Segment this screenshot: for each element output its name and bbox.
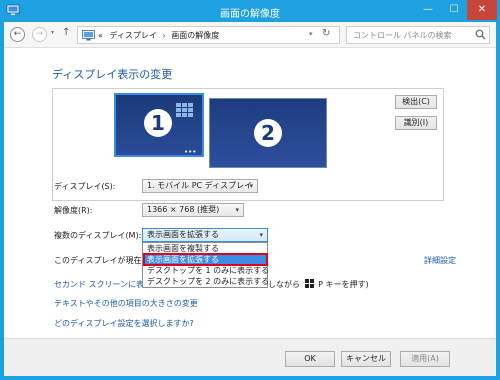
text-size-link[interactable]: テキストやその他の項目の大きさの変更 [54,298,198,309]
cancel-button[interactable]: キャンセル [341,351,391,367]
multiple-displays-select[interactable]: 表示画面を拡張する ▾ [142,228,268,242]
second-screen-shortcut-hint: しながら P キーを押す) [268,279,369,290]
control-panel-client: ← → ▾ ↑ « ディスプレイ › 画面の解像度 ▾ ↻ コントロール パネル… [4,22,496,376]
advanced-settings-link[interactable]: 詳細設定 [424,255,456,266]
search-icon[interactable] [475,29,486,40]
detect-button[interactable]: 検出(C) [395,95,437,109]
window: 画面の解像度 — ☐ ✕ ← → ▾ ↑ « ディスプレイ › 画面の解像度 ▾… [0,0,500,380]
search-placeholder: コントロール パネルの検索 [353,31,452,40]
shortcut-hint-after: P キーを押す) [318,280,369,289]
refresh-icon[interactable]: ↻ [322,28,330,39]
which-settings-link[interactable]: どのディスプレイ設定を選択しますか? [54,318,194,329]
multiple-displays-dropdown-list: 表示画面を複製する 表示画面を拡張する デスクトップを 1 のみに表示する デス… [142,242,269,288]
monitor-1-tile[interactable]: 1 ••• [114,93,204,157]
start-screen-tiles-icon [176,103,193,117]
close-button[interactable]: ✕ [467,0,497,20]
resolution-select-value: 1366 × 768 (推奨) [147,205,220,214]
monitor-dots: ••• [184,148,197,156]
search-input[interactable]: コントロール パネルの検索 [346,26,490,44]
dropdown-option-only-2[interactable]: デスクトップを 2 のみに表示する [143,276,269,287]
breadcrumb-separator: › [162,31,166,40]
dropdown-option-only-1[interactable]: デスクトップを 1 のみに表示する [143,265,269,276]
breadcrumb-screen-resolution[interactable]: 画面の解像度 [171,31,219,40]
main-display-label: このディスプレイが現在メイ [54,256,144,265]
recent-locations-dropdown-icon[interactable]: ▾ [51,29,54,36]
maximize-button[interactable]: ☐ [441,0,467,20]
dropdown-option-duplicate[interactable]: 表示画面を複製する [143,243,267,254]
monitor-2-tile[interactable]: 2 [209,98,327,168]
chevron-down-icon: ▾ [249,182,253,190]
page-title: ディスプレイ表示の変更 [52,68,173,81]
chevron-down-icon: ▾ [259,231,263,239]
windows-key-icon [304,279,314,288]
address-bar: ← → ▾ ↑ « ディスプレイ › 画面の解像度 ▾ ↻ コントロール パネル… [4,22,496,48]
breadcrumb[interactable]: « ディスプレイ › 画面の解像度 ▾ ↻ [77,26,340,44]
breadcrumb-display[interactable]: ディスプレイ [109,31,156,40]
resolution-label: 解像度(R): [54,206,93,215]
title-bar[interactable]: 画面の解像度 — ☐ ✕ [0,0,500,22]
identify-button[interactable]: 識別(I) [395,116,437,130]
monitor-2-number: 2 [254,119,282,147]
back-button[interactable]: ← [10,27,25,42]
shortcut-hint-before: しながら [268,280,300,289]
breadcrumb-overflow[interactable]: « [98,31,103,40]
minimize-button[interactable]: — [415,0,441,20]
apply-button[interactable]: 適用(A) [400,351,450,367]
ok-button[interactable]: OK [285,351,335,367]
dialog-button-bar: OK キャンセル 適用(A) [4,338,496,376]
control-panel-icon [82,30,95,41]
multiple-displays-select-value: 表示画面を拡張する [147,230,219,239]
display-select-value: 1. モバイル PC ディスプレイ [147,181,253,190]
monitor-1-number: 1 [144,109,172,137]
display-select[interactable]: 1. モバイル PC ディスプレイ ▾ [142,179,258,193]
resolution-select[interactable]: 1366 × 768 (推奨) ▾ [142,203,244,217]
dropdown-option-extend[interactable]: 表示画面を拡張する [143,254,267,265]
chevron-down-icon: ▾ [235,206,239,214]
display-label: ディスプレイ(S): [54,182,116,191]
multiple-displays-label: 複数のディスプレイ(M): [54,231,142,240]
path-dropdown-icon[interactable]: ▾ [309,30,313,38]
forward-button[interactable]: → [32,27,47,42]
second-screen-link[interactable]: セカンド スクリーンに表示す [54,279,144,290]
up-button[interactable]: ↑ [62,27,70,38]
